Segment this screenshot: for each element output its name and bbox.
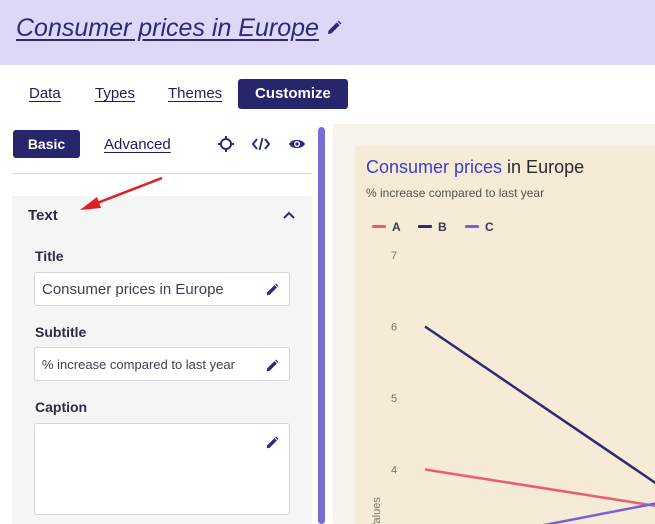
y-axis-label: Values [371,497,383,524]
app-window: Consumer prices in Europe Data Types The… [0,0,655,524]
series-line-b[interactable] [424,325,655,524]
y-tick-label: 5 [391,393,397,405]
series-line-c[interactable] [425,491,655,524]
line-chart: 4 5 6 7 Values [371,250,655,524]
y-tick-label: 6 [391,322,397,334]
y-tick-label: 7 [391,250,397,262]
y-tick-label: 4 [391,465,397,477]
